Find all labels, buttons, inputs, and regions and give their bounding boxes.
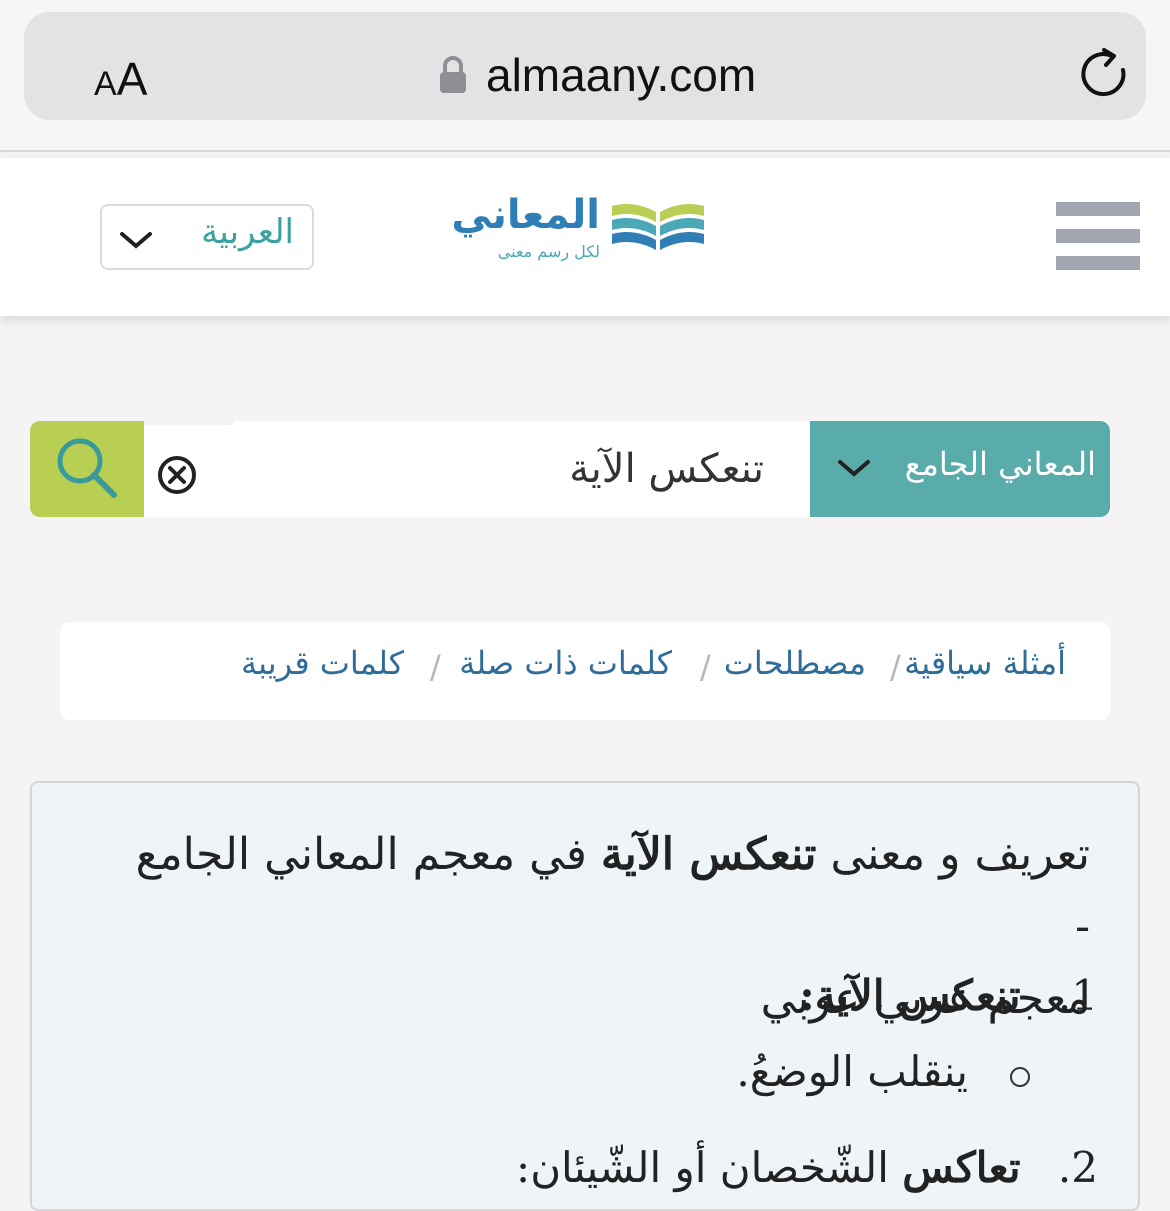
browser-chrome: AA almaany.com (0, 0, 1170, 152)
entry-headword[interactable]: تنعكس الآية: (799, 971, 1020, 1020)
result-tabs: أمثلة سياقية / مصطلحات / كلمات ذات صلة /… (60, 622, 1110, 720)
url-text: almaany.com (486, 49, 757, 101)
logo-name: المعاني (451, 192, 600, 238)
entry-definition: ينقلب الوضعُ. (736, 1047, 968, 1096)
site-logo[interactable]: المعاني لكل رسم معنى (451, 192, 710, 276)
text-size-button[interactable]: AA (94, 52, 147, 106)
dictionary-select[interactable]: المعاني الجامع (810, 421, 1110, 517)
definition-card: تعريف و معنى تنعكس الآية في معجم المعاني… (30, 781, 1140, 1211)
search-icon (57, 438, 117, 498)
tab-contextual-examples[interactable]: أمثلة سياقية (904, 644, 1066, 682)
entry-definition: الشّخصان أو الشّيئان: (516, 1143, 889, 1192)
tab-separator: / (700, 648, 711, 686)
entry-headword[interactable]: تعاكس (902, 1143, 1020, 1192)
lock-icon (440, 56, 466, 93)
language-label: العربية (201, 212, 294, 252)
tab-similar-words[interactable]: كلمات قريبة (241, 644, 404, 682)
search-input[interactable] (234, 421, 810, 517)
language-select[interactable]: العربية (100, 204, 314, 270)
hamburger-menu-icon[interactable] (1056, 202, 1140, 272)
tab-separator: / (430, 648, 441, 686)
clear-icon[interactable] (156, 454, 198, 496)
reload-icon[interactable] (1076, 46, 1132, 102)
book-logo-icon (612, 204, 704, 250)
chevron-down-icon (838, 460, 870, 477)
address-bar[interactable]: AA almaany.com (24, 12, 1146, 120)
bullet-icon (1010, 1067, 1030, 1087)
tab-related-words[interactable]: كلمات ذات صلة (459, 644, 672, 682)
tab-separator: / (890, 648, 901, 686)
definition-entry: 1. تنعكس الآية: (799, 971, 1098, 1020)
chevron-down-icon (120, 232, 152, 249)
url-display[interactable]: almaany.com (438, 48, 756, 102)
search-button[interactable] (30, 421, 144, 517)
title-query-word: تنعكس الآية (600, 829, 817, 880)
tab-terms[interactable]: مصطلحات (724, 644, 866, 682)
entry-number: 1. (1057, 971, 1098, 1020)
entry-number: 2. (1057, 1143, 1098, 1192)
site-header: العربية المعاني لكل رسم معنى (0, 158, 1170, 316)
logo-tagline: لكل رسم معنى (497, 242, 600, 261)
definition-entry: 2. تعاكس الشّخصان أو الشّيئان: (516, 1143, 1098, 1192)
dictionary-label: المعاني الجامع (904, 445, 1096, 483)
